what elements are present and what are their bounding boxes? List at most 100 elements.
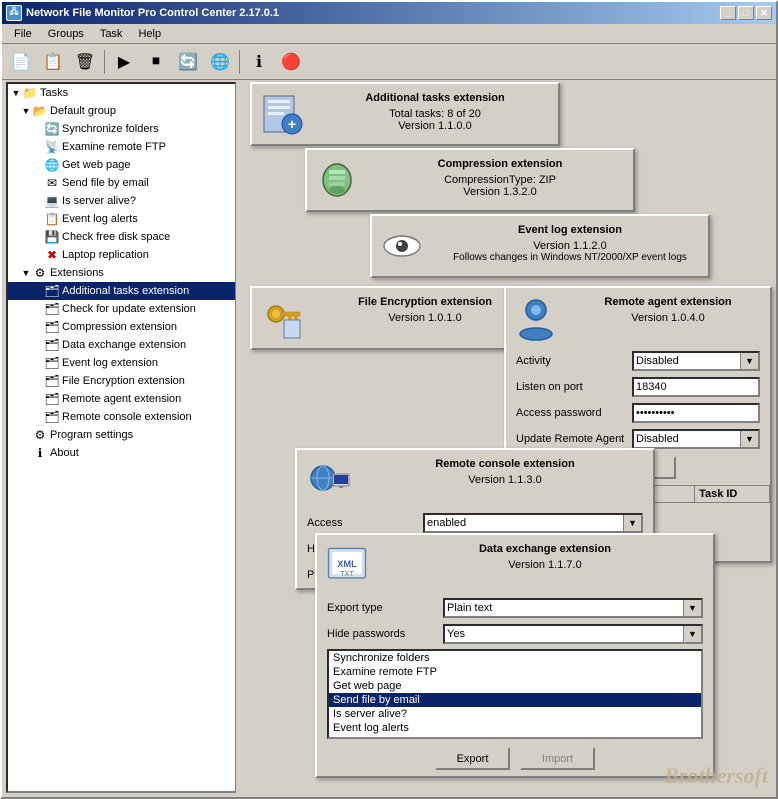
expand-default-group[interactable]: ▼ [20, 105, 32, 117]
svg-text:XML: XML [337, 559, 357, 569]
expand-ext-additional [32, 285, 44, 297]
sync-icon: 🔄 [44, 121, 60, 137]
toolbar-web[interactable]: 🌐 [205, 48, 235, 76]
activity-dropdown-arrow[interactable]: ▼ [740, 353, 758, 369]
toolbar-stop[interactable]: ⏹ [141, 48, 171, 76]
toolbar-copy[interactable]: 📋 [38, 48, 68, 76]
update-remote-label: Update Remote Agent [516, 433, 626, 445]
access-select[interactable]: enabled ▼ [423, 513, 643, 533]
update-remote-dropdown-arrow[interactable]: ▼ [740, 431, 758, 447]
additional-tasks-total: Total tasks: 8 of 20 [316, 108, 554, 120]
task-listbox[interactable]: Synchronize folders Examine remote FTP G… [327, 649, 703, 739]
tree-ext-remote-agent[interactable]: 🗂 Remote agent extension [8, 390, 235, 408]
remote-console-text: Remote console extension Version 1.1.3.0 [357, 450, 653, 490]
maximize-button[interactable]: □ [738, 6, 754, 20]
event-log-content: Event log extension Version 1.1.2.0 Foll… [372, 216, 708, 276]
tree-task-email[interactable]: ✉ Send file by email [8, 174, 235, 192]
additional-tasks-text: Additional tasks extension Total tasks: … [312, 84, 558, 136]
remote-agent-text: Remote agent extension Version 1.0.4.0 [566, 288, 770, 328]
tree-extensions-root[interactable]: ▼ ⚙ Extensions [8, 264, 235, 282]
listbox-item-3[interactable]: Send file by email [329, 693, 701, 707]
update-remote-value: Disabled [634, 431, 740, 447]
expand-tasks[interactable]: ▼ [10, 87, 22, 99]
access-password-input[interactable] [632, 403, 760, 423]
export-button[interactable]: Export [435, 747, 510, 770]
tree-task-server[interactable]: 💻 Is server alive? [8, 192, 235, 210]
remote-agent-version: Version 1.0.4.0 [570, 312, 766, 324]
menu-help[interactable]: Help [130, 26, 169, 42]
content-area: ▼ 📁 Tasks ▼ 📂 Default group 🔄 Synchroniz… [2, 78, 776, 797]
tree-about[interactable]: ℹ About [8, 444, 235, 462]
ext-event-log-label: Event log extension [62, 357, 158, 369]
menu-file[interactable]: File [6, 26, 40, 42]
expand-ext-update [32, 303, 44, 315]
export-type-select[interactable]: Plain text ▼ [443, 598, 703, 618]
toolbar-new[interactable]: 📄 [6, 48, 36, 76]
tree-ext-update[interactable]: 🗂 Check for update extension [8, 300, 235, 318]
data-exchange-version: Version 1.1.7.0 [381, 559, 709, 571]
data-exchange-buttons: Export Import [317, 741, 713, 776]
ext-remote-console-label: Remote console extension [62, 411, 192, 423]
tree-task-laptop[interactable]: ✖ Laptop replication [8, 246, 235, 264]
panel-file-encryption: File Encryption extension Version 1.0.1.… [250, 286, 540, 350]
tree-task-event[interactable]: 📋 Event log alerts [8, 210, 235, 228]
tree-task-web[interactable]: 🌐 Get web page [8, 156, 235, 174]
access-label: Access [307, 517, 417, 529]
tree-ext-additional[interactable]: 🗂 Additional tasks extension [8, 282, 235, 300]
tree-task-sync[interactable]: 🔄 Synchronize folders [8, 120, 235, 138]
access-dropdown-arrow[interactable]: ▼ [623, 515, 641, 531]
ext-file-enc-label: File Encryption extension [62, 375, 185, 387]
update-remote-select[interactable]: Disabled ▼ [632, 429, 760, 449]
tree-ext-data-exchange[interactable]: 🗂 Data exchange extension [8, 336, 235, 354]
minimize-button[interactable]: _ [720, 6, 736, 20]
tree-ext-event-log[interactable]: 🗂 Event log extension [8, 354, 235, 372]
default-group-label: Default group [50, 105, 116, 117]
toolbar-start[interactable]: ▶ [109, 48, 139, 76]
tree-ext-file-enc[interactable]: 🗂 File Encryption extension [8, 372, 235, 390]
expand-about [20, 447, 32, 459]
tree-ext-remote-console[interactable]: 🗂 Remote console extension [8, 408, 235, 426]
toolbar-delete[interactable]: 🗑 [70, 48, 100, 76]
toolbar-stop2[interactable]: 🔴 [276, 48, 306, 76]
expand-task-laptop [32, 249, 44, 261]
tree-task-disk[interactable]: 💾 Check free disk space [8, 228, 235, 246]
panel-data-exchange: XML TXT Data exchange extension Version … [315, 533, 715, 778]
tree-default-group[interactable]: ▼ 📂 Default group [8, 102, 235, 120]
listbox-item-2[interactable]: Get web page [329, 679, 701, 693]
menu-groups[interactable]: Groups [40, 26, 92, 42]
hide-passwords-value: Yes [445, 626, 683, 642]
listbox-item-4[interactable]: Is server alive? [329, 707, 701, 721]
toolbar-refresh[interactable]: 🔄 [173, 48, 203, 76]
tasks-icon: 📁 [22, 85, 38, 101]
hide-passwords-dropdown-arrow[interactable]: ▼ [683, 626, 701, 642]
activity-select[interactable]: Disabled ▼ [632, 351, 760, 371]
hide-passwords-select[interactable]: Yes ▼ [443, 624, 703, 644]
tree-program-settings[interactable]: ⚙ Program settings [8, 426, 235, 444]
toolbar-sep2 [239, 50, 240, 74]
listbox-item-5[interactable]: Event log alerts [329, 721, 701, 735]
ext-additional-icon: 🗂 [44, 283, 60, 299]
listbox-item-6[interactable]: Check free disk space [329, 735, 701, 739]
file-encryption-title: File Encryption extension [316, 292, 534, 312]
task-ftp-label: Examine remote FTP [62, 141, 166, 153]
tree-task-ftp[interactable]: 📡 Examine remote FTP [8, 138, 235, 156]
toolbar-info[interactable]: ℹ [244, 48, 274, 76]
import-button[interactable]: Import [520, 747, 595, 770]
export-type-dropdown-arrow[interactable]: ▼ [683, 600, 701, 616]
event-log-version: Version 1.1.2.0 [436, 240, 704, 252]
listen-port-input[interactable] [632, 377, 760, 397]
menu-task[interactable]: Task [92, 26, 131, 42]
tree-ext-compression[interactable]: 🗂 Compression extension [8, 318, 235, 336]
ext-compression-icon: 🗂 [44, 319, 60, 335]
listbox-item-1[interactable]: Examine remote FTP [329, 665, 701, 679]
file-encryption-icon [258, 294, 306, 342]
expand-ext-file-enc [32, 375, 44, 387]
close-button[interactable]: ✕ [756, 6, 772, 20]
tree-tasks-root[interactable]: ▼ 📁 Tasks [8, 84, 235, 102]
tasks-label: Tasks [40, 87, 68, 99]
expand-ext-remote-agent [32, 393, 44, 405]
panel-additional-tasks: + Additional tasks extension Total tasks… [250, 82, 560, 146]
expand-extensions[interactable]: ▼ [20, 267, 32, 279]
event-log-text: Event log extension Version 1.1.2.0 Foll… [432, 216, 708, 267]
listbox-item-0[interactable]: Synchronize folders [329, 651, 701, 665]
